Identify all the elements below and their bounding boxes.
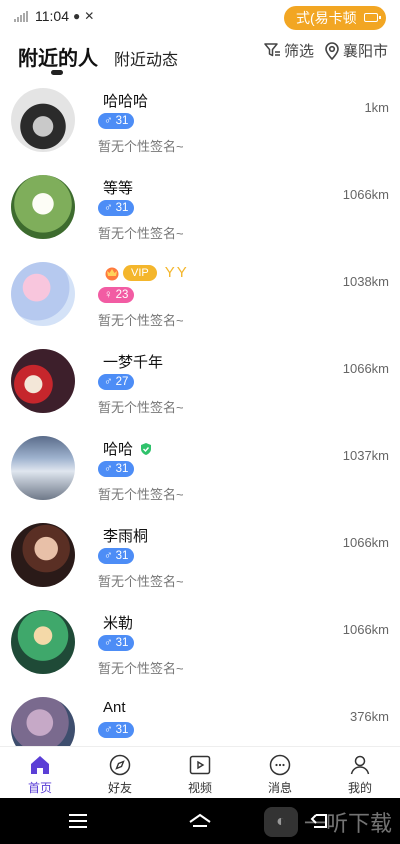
location-pin-icon — [325, 42, 339, 60]
status-bar: 11:04 ● ✕ 式(易卡顿 — [0, 0, 400, 34]
active-tab-indicator — [51, 70, 63, 75]
city-label: 襄阳市 — [342, 43, 388, 60]
user-name: 哈哈 — [103, 441, 134, 458]
gender-age-badge: ♂ 31 — [98, 722, 135, 738]
carrier-pill-text: 式(易卡顿 — [296, 10, 357, 26]
avatar[interactable] — [11, 349, 75, 413]
person-icon — [350, 755, 370, 775]
gender-age-badge: ♂ 31 — [98, 635, 135, 651]
avatar[interactable] — [11, 88, 75, 152]
list-item[interactable]: VIP YY ♀ 23 暂无个性签名~ 1038km — [0, 254, 400, 341]
user-name: 一梦千年 — [103, 354, 164, 371]
list-item[interactable]: 一梦千年 ♂ 27 暂无个性签名~ 1066km — [0, 341, 400, 428]
avatar[interactable] — [11, 175, 75, 239]
top-tabs: 附近的人 附近动态 筛选 襄阳市 — [0, 34, 400, 80]
list-item[interactable]: Ant ♂ 31 376km — [0, 689, 400, 746]
user-name: Ant — [103, 699, 126, 716]
nearby-user-list[interactable]: 哈哈哈 ♂ 31 暂无个性签名~ 1km 等等 ♂ 31 暂无个性签名~ 1066k… — [0, 80, 400, 746]
tab-video[interactable]: 视频 — [160, 747, 240, 798]
gender-age-badge: ♂ 31 — [98, 548, 135, 564]
list-item[interactable]: 哈哈 ♂ 31 暂无个性签名~ 1037km — [0, 428, 400, 515]
bottom-tab-bar: 首页 好友 视频 消息 我的 — [0, 746, 400, 798]
user-distance: 1km — [364, 100, 389, 115]
male-icon: ♂ — [104, 550, 113, 562]
avatar[interactable] — [11, 697, 75, 746]
user-signature: 暂无个性签名~ — [98, 226, 184, 241]
user-distance: 1066km — [342, 622, 389, 637]
list-item[interactable]: 哈哈哈 ♂ 31 暂无个性签名~ 1km — [0, 80, 400, 167]
user-signature: 暂无个性签名~ — [98, 400, 184, 415]
tab-friends[interactable]: 好友 — [80, 747, 160, 798]
watermark-logo-icon: ◐ — [263, 807, 298, 837]
vip-extra-icon: YY — [164, 264, 189, 281]
gender-age-badge: ♂ 31 — [98, 461, 135, 477]
tools-icon: ✕ — [84, 9, 95, 23]
status-left: 11:04 ● ✕ — [14, 8, 94, 24]
male-icon: ♂ — [104, 463, 113, 475]
signal-icon — [14, 10, 28, 22]
user-distance: 1066km — [342, 187, 389, 202]
avatar[interactable] — [11, 262, 75, 326]
vip-crown-icon — [105, 267, 119, 280]
system-nav-bar: ◐ 一听下载 — [0, 798, 400, 844]
avatar[interactable] — [11, 523, 75, 587]
avatar[interactable] — [11, 436, 75, 500]
user-name: 米勒 — [103, 615, 134, 632]
watermark: ◐ 一听下载 — [263, 806, 392, 838]
user-distance: 1037km — [342, 448, 389, 463]
user-signature: 暂无个性签名~ — [98, 661, 184, 676]
male-icon: ♂ — [104, 202, 113, 214]
user-distance: 376km — [349, 709, 389, 724]
filter-label: 筛选 — [283, 43, 314, 60]
list-item[interactable]: 等等 ♂ 31 暂无个性签名~ 1066km — [0, 167, 400, 254]
male-icon: ♂ — [104, 724, 113, 736]
home-nav-icon[interactable] — [188, 810, 212, 832]
male-icon: ♂ — [104, 376, 113, 388]
chat-icon — [269, 754, 291, 776]
tab-nearby-moments[interactable]: 附近动态 — [114, 46, 178, 70]
user-signature: 暂无个性签名~ — [98, 574, 184, 589]
male-icon: ♂ — [104, 115, 113, 127]
user-name: 等等 — [103, 180, 134, 197]
user-distance: 1038km — [342, 274, 389, 289]
tab-messages[interactable]: 消息 — [240, 747, 320, 798]
tab-home[interactable]: 首页 — [0, 747, 80, 798]
user-signature: 暂无个性签名~ — [98, 313, 184, 328]
list-item[interactable]: 李雨桐 ♂ 31 暂无个性签名~ 1066km — [0, 515, 400, 602]
male-icon: ♂ — [104, 637, 113, 649]
female-icon: ♀ — [104, 289, 113, 301]
home-icon — [31, 756, 49, 774]
gender-age-badge: ♂ 31 — [98, 113, 135, 129]
compass-icon — [109, 754, 131, 776]
filter-button[interactable]: 筛选 — [264, 40, 314, 61]
gender-age-badge: ♂ 31 — [98, 200, 135, 216]
gender-age-badge: ♀ 23 — [98, 287, 135, 303]
gender-age-badge: ♂ 27 — [98, 374, 135, 390]
user-name: 哈哈哈 — [103, 93, 149, 110]
notification-icon: ● — [73, 9, 81, 23]
tab-me[interactable]: 我的 — [320, 747, 400, 798]
status-time: 11:04 — [35, 8, 69, 24]
menu-icon[interactable] — [66, 810, 90, 832]
watermark-text: 一听下载 — [303, 811, 392, 836]
filter-icon — [264, 43, 280, 57]
vip-label: VIP — [123, 264, 157, 281]
video-icon — [189, 755, 211, 775]
verified-icon — [141, 442, 152, 455]
list-item[interactable]: 米勒 ♂ 31 暂无个性签名~ 1066km — [0, 602, 400, 689]
user-signature: 暂无个性签名~ — [98, 487, 184, 502]
header-actions: 筛选 襄阳市 — [264, 40, 388, 61]
user-distance: 1066km — [342, 535, 389, 550]
tab-nearby-people[interactable]: 附近的人 — [18, 42, 98, 71]
carrier-pill: 式(易卡顿 — [284, 6, 386, 30]
user-signature: 暂无个性签名~ — [98, 139, 184, 154]
city-button[interactable]: 襄阳市 — [324, 40, 388, 61]
user-distance: 1066km — [342, 361, 389, 376]
user-name: 李雨桐 — [103, 528, 149, 545]
battery-icon — [364, 13, 381, 22]
avatar[interactable] — [11, 610, 75, 674]
app-screen: 11:04 ● ✕ 式(易卡顿 附近的人 附近动态 筛选 襄阳市 哈哈哈 ♂ 3… — [0, 0, 400, 844]
vip-badge: VIP YY — [103, 264, 189, 281]
